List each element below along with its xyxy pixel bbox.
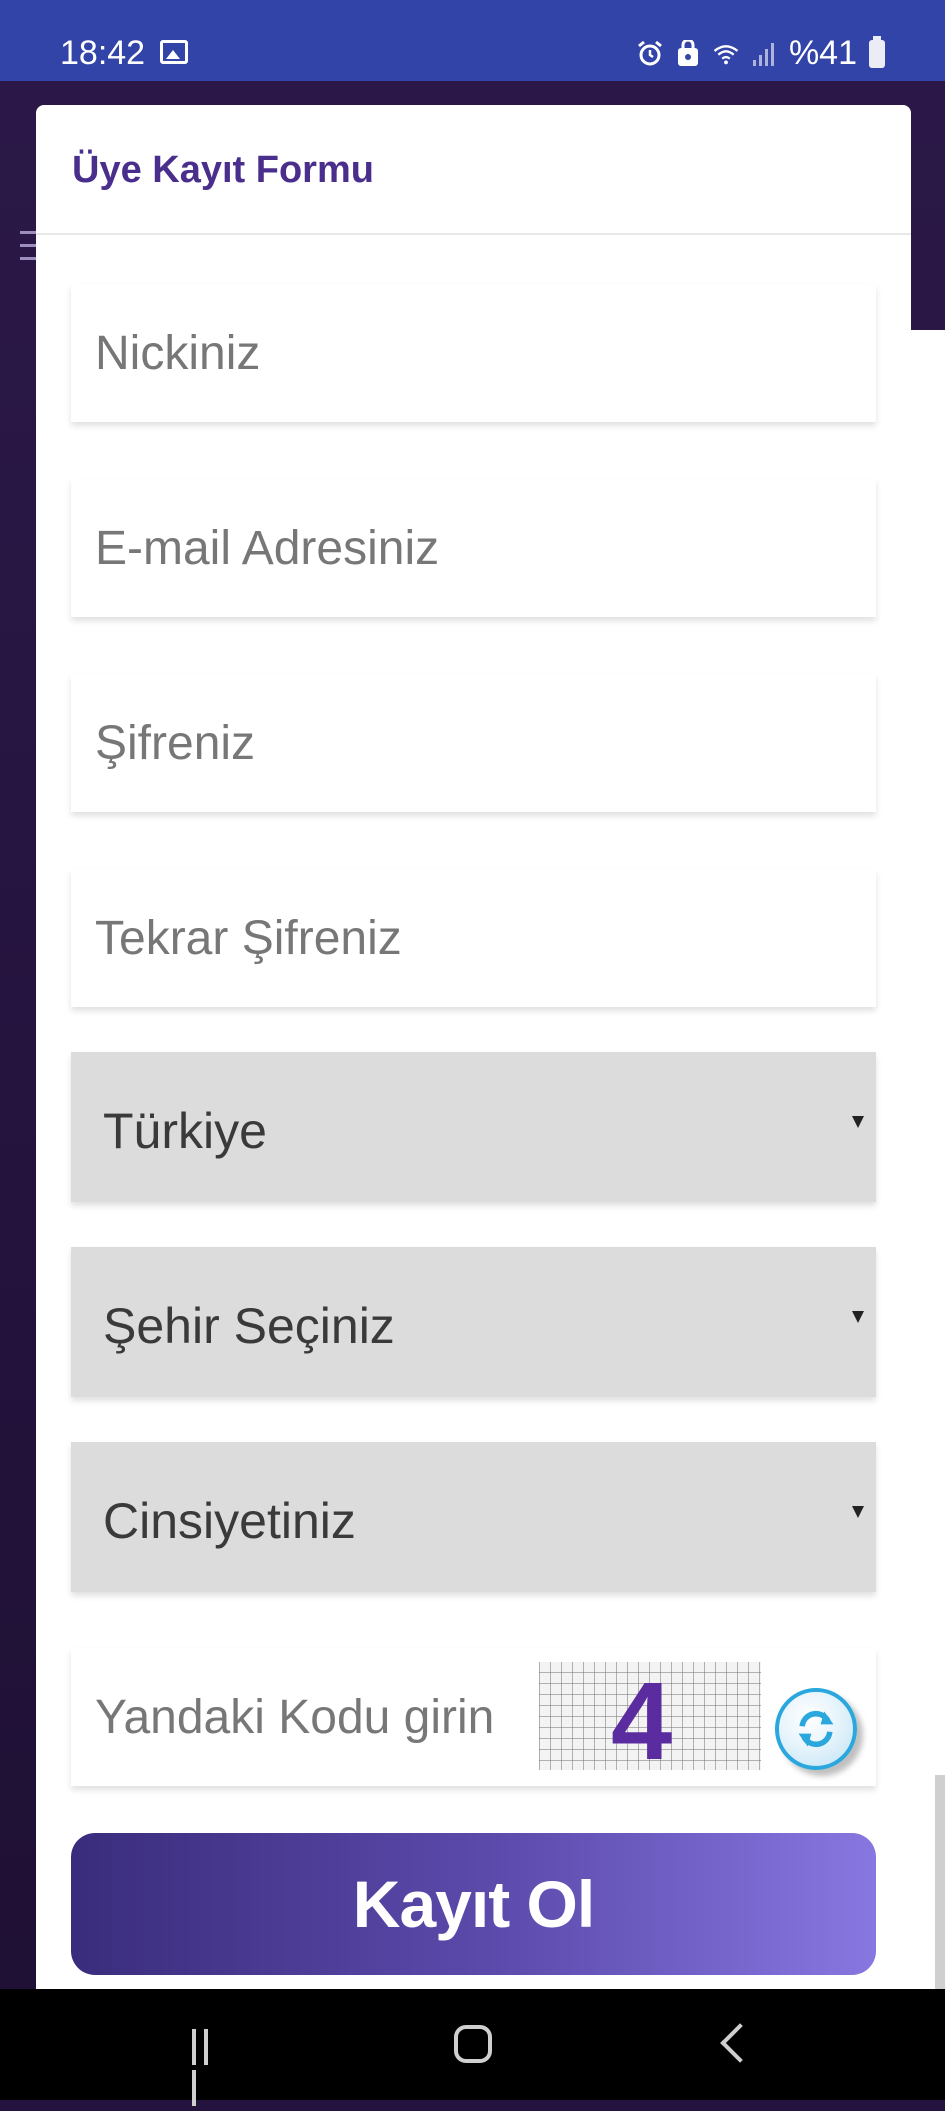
- status-icons: %41: [637, 34, 885, 73]
- background-panel: [908, 330, 945, 1990]
- register-button-label: Kayıt Ol: [352, 1867, 595, 1941]
- captcha-image: 4: [539, 1660, 761, 1783]
- gender-select-value: Cinsiyetiniz: [103, 1493, 356, 1549]
- password-repeat-field[interactable]: [71, 869, 876, 1007]
- password-input[interactable]: [71, 674, 876, 812]
- register-button[interactable]: Kayıt Ol: [71, 1833, 876, 1975]
- recent-apps-button[interactable]: [192, 2029, 226, 2106]
- nickname-input[interactable]: [71, 284, 876, 422]
- dropdown-arrow-icon: [852, 1311, 864, 1323]
- country-select[interactable]: Türkiye: [71, 1052, 876, 1202]
- refresh-icon: [798, 1710, 834, 1748]
- password-repeat-input[interactable]: [71, 869, 876, 1007]
- captcha-input[interactable]: [71, 1648, 531, 1786]
- wifi-icon: [713, 44, 739, 64]
- registration-modal: Üye Kayıt Formu Türkiye Şehir Seçiniz Ci…: [36, 105, 911, 1989]
- country-select-value: Türkiye: [103, 1103, 267, 1159]
- image-notification-icon: [160, 40, 188, 64]
- gender-select[interactable]: Cinsiyetiniz: [71, 1442, 876, 1592]
- alarm-icon: [638, 40, 662, 65]
- password-field[interactable]: [71, 674, 876, 812]
- navigation-bar: [0, 1989, 945, 2106]
- status-time: 18:42: [60, 34, 146, 72]
- lock-notification-icon: [677, 39, 698, 66]
- signal-icon: [752, 42, 774, 66]
- modal-header: Üye Kayıt Formu: [36, 105, 911, 235]
- battery-icon: [869, 35, 885, 68]
- email-field[interactable]: [71, 479, 876, 617]
- city-select-value: Şehir Seçiniz: [103, 1298, 395, 1354]
- scrollbar[interactable]: [935, 1775, 945, 1990]
- captcha-refresh-button[interactable]: [775, 1688, 857, 1770]
- city-select[interactable]: Şehir Seçiniz: [71, 1247, 876, 1397]
- nickname-field[interactable]: [71, 284, 876, 422]
- status-bar: 18:42 %41: [0, 0, 945, 81]
- dropdown-arrow-icon: [852, 1116, 864, 1128]
- captcha-code: 4: [611, 1660, 673, 1783]
- battery-percent: %41: [788, 34, 857, 72]
- home-button[interactable]: [454, 2025, 492, 2063]
- captcha-row: 4: [71, 1648, 876, 1786]
- dropdown-arrow-icon: [852, 1506, 864, 1518]
- back-button[interactable]: [720, 2023, 760, 2063]
- modal-title: Üye Kayıt Formu: [72, 149, 374, 191]
- email-input[interactable]: [71, 479, 876, 617]
